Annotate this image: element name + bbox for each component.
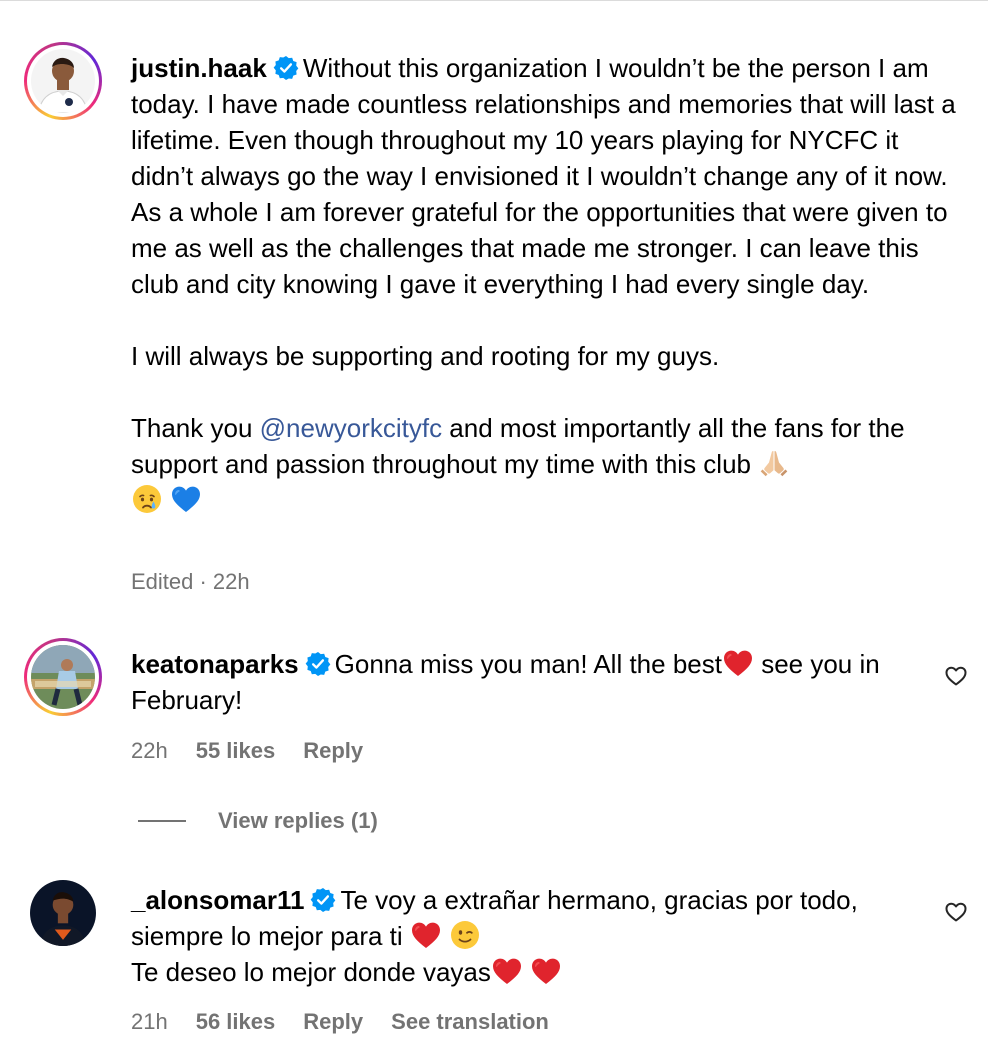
verified-icon [273, 55, 299, 81]
red-heart-icon [722, 647, 754, 679]
comment-text: _alonsomar11 Te voy a extrañar hermano, g… [131, 882, 921, 990]
comment-text-a: Gonna miss you man! All the best [334, 649, 722, 679]
like-heart-icon[interactable] [944, 900, 968, 924]
avatar-keatonaparks[interactable] [24, 638, 102, 716]
comment-meta: 21h 56 likes Reply See translation [131, 1009, 577, 1035]
avatar-photo [31, 645, 95, 709]
username-alonsomar11[interactable]: _alonsomar11 [131, 885, 304, 915]
blue-heart-icon [170, 483, 202, 515]
red-heart-icon [491, 955, 523, 987]
view-replies-button[interactable]: View replies (1) [138, 806, 378, 836]
winking-face-icon [449, 919, 481, 951]
view-replies-line [138, 820, 186, 822]
comment-paragraph-3a: Thank you [131, 413, 260, 443]
red-heart-icon [530, 955, 562, 987]
comment-text: justin.haak Without this organization I w… [131, 50, 963, 518]
see-translation-button[interactable]: See translation [391, 1009, 549, 1034]
praying-hands-icon [758, 447, 790, 479]
mention-newyorkcityfc[interactable]: @newyorkcityfc [260, 413, 442, 443]
like-heart-icon[interactable] [944, 664, 968, 688]
avatar-justin-haak[interactable] [24, 42, 102, 120]
comment-meta: 22h 55 likes Reply [131, 738, 391, 764]
comment-paragraph-2: I will always be supporting and rooting … [131, 341, 720, 371]
likes-count[interactable]: 55 likes [196, 738, 276, 763]
crying-face-icon [131, 483, 163, 515]
view-replies-label: View replies (1) [218, 808, 378, 833]
verified-icon [310, 887, 336, 913]
comment-paragraph-1: Without this organization I wouldn’t be … [131, 53, 963, 299]
comment-text: keatonaparks Gonna miss you man! All the … [131, 646, 921, 718]
avatar-alonsomar11[interactable] [30, 880, 96, 946]
verified-icon [305, 651, 331, 677]
username-justin-haak[interactable]: justin.haak [131, 53, 267, 83]
username-keatonaparks[interactable]: keatonaparks [131, 649, 299, 679]
likes-count[interactable]: 56 likes [196, 1009, 276, 1034]
top-divider [0, 0, 988, 1]
comment-time: 22h [131, 738, 168, 763]
reply-button[interactable]: Reply [303, 738, 363, 763]
avatar-photo [31, 49, 95, 113]
avatar-photo [30, 880, 96, 946]
comment-text-b: Te deseo lo mejor donde vayas [131, 957, 491, 987]
reply-button[interactable]: Reply [303, 1009, 363, 1034]
comment-meta-edited: Edited · 22h [131, 569, 250, 594]
red-heart-icon [410, 919, 442, 951]
comment-time: 21h [131, 1009, 168, 1034]
